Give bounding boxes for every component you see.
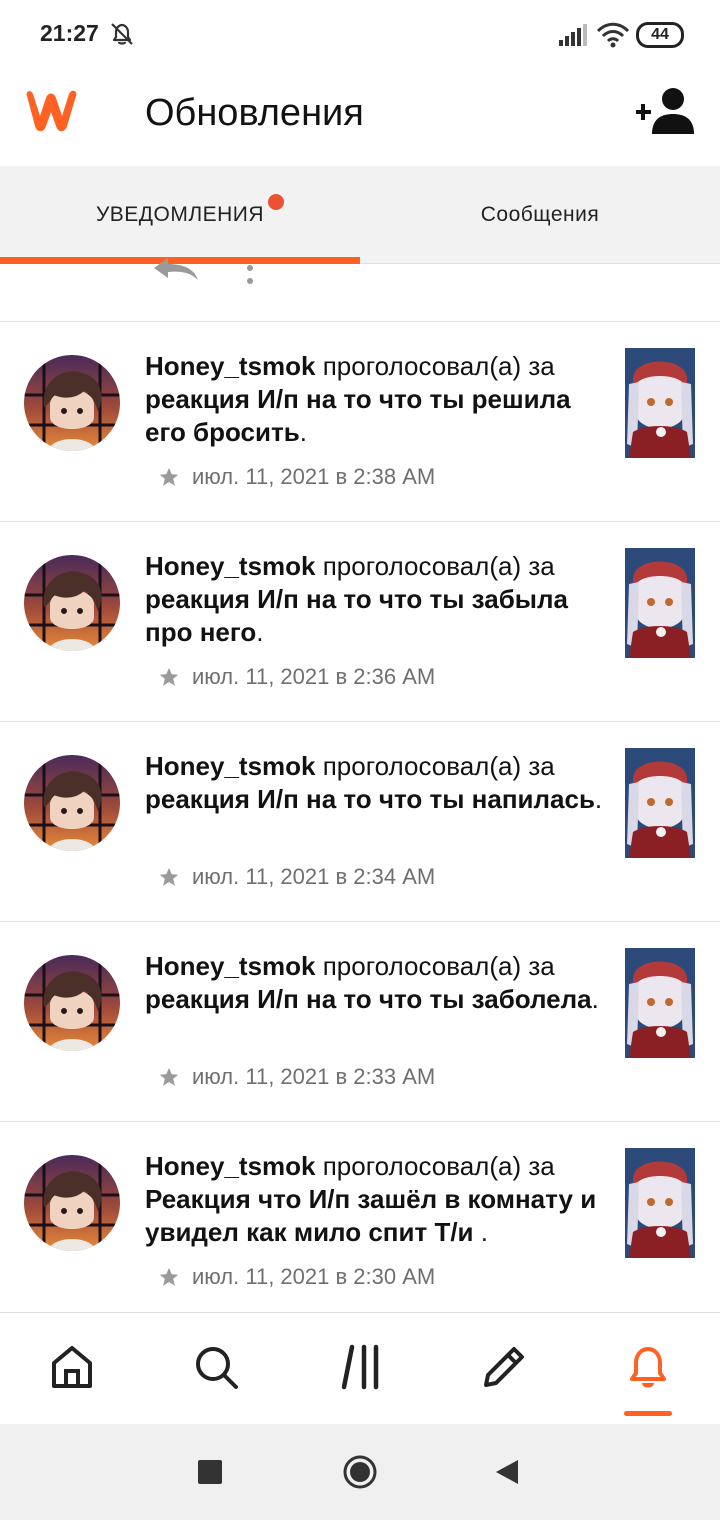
notification-item[interactable]: Honey_tsmok проголосовал(а) за реакция И… xyxy=(0,521,720,721)
username[interactable]: Honey_tsmok xyxy=(145,951,316,981)
star-icon xyxy=(159,1067,179,1086)
timestamp: июл. 11, 2021 в 2:33 AM xyxy=(192,1064,436,1089)
wifi-icon xyxy=(596,22,630,48)
search-icon[interactable] xyxy=(192,1343,240,1391)
action-text: проголосовал(а) за xyxy=(315,551,555,581)
story-title[interactable]: реакция И/п на то что ты решила его брос… xyxy=(145,384,571,447)
status-time: 21:27 xyxy=(40,20,99,46)
pencil-icon[interactable] xyxy=(480,1343,528,1391)
star-icon xyxy=(159,667,179,686)
home-icon[interactable] xyxy=(48,1343,96,1391)
tab-messages-label: Сообщения xyxy=(480,203,600,226)
action-text: проголосовал(а) за xyxy=(315,951,555,981)
username[interactable]: Honey_tsmok xyxy=(145,1151,316,1181)
tab-notifications-label: УВЕДОМЛЕНИЯ xyxy=(95,203,265,226)
status-bar: 21:27 44 xyxy=(0,0,720,68)
username[interactable]: Honey_tsmok xyxy=(145,751,316,781)
notification-meta: июл. 11, 2021 в 2:33 AM xyxy=(158,1062,435,1092)
story-cover[interactable] xyxy=(625,948,695,1058)
title-tail: . xyxy=(299,417,307,447)
notification-item[interactable]: Honey_tsmok проголосовал(а) за Реакция ч… xyxy=(0,1121,720,1321)
tab-bar: УВЕДОМЛЕНИЯ Сообщения xyxy=(0,166,720,264)
back-button[interactable] xyxy=(494,1458,520,1486)
unread-dot xyxy=(268,194,284,210)
avatar[interactable] xyxy=(24,355,120,451)
notification-text: Honey_tsmok проголосовал(а) за реакция И… xyxy=(145,750,605,816)
notification-meta: июл. 11, 2021 в 2:34 AM xyxy=(158,862,435,892)
title-tail: . xyxy=(591,984,599,1014)
tab-messages[interactable]: Сообщения xyxy=(360,166,720,264)
bell-icon[interactable] xyxy=(624,1343,672,1391)
tab-notifications[interactable]: УВЕДОМЛЕНИЯ xyxy=(0,166,360,264)
battery-icon: 44 xyxy=(636,22,684,48)
add-user-icon[interactable] xyxy=(636,86,698,136)
star-icon xyxy=(159,1267,179,1286)
action-text: проголосовал(а) за xyxy=(315,751,555,781)
title-tail: . xyxy=(480,1217,488,1247)
notification-text: Honey_tsmok проголосовал(а) за реакция И… xyxy=(145,350,605,449)
story-title[interactable]: реакция И/п на то что ты забыла про него xyxy=(145,584,568,647)
avatar[interactable] xyxy=(24,955,120,1051)
wattpad-logo[interactable] xyxy=(22,86,90,136)
notification-meta: июл. 11, 2021 в 2:30 AM xyxy=(158,1262,435,1292)
timestamp: июл. 11, 2021 в 2:38 AM xyxy=(192,464,436,489)
story-title[interactable]: Реакция что И/п зашёл в комнату и увидел… xyxy=(145,1184,596,1247)
bell-off-icon xyxy=(111,23,133,45)
avatar[interactable] xyxy=(24,755,120,851)
title-tail: . xyxy=(256,617,264,647)
username[interactable]: Honey_tsmok xyxy=(145,351,316,381)
signal-icon xyxy=(559,24,587,46)
bottom-nav xyxy=(0,1312,720,1424)
library-icon[interactable] xyxy=(336,1343,384,1391)
page-title: Обновления xyxy=(145,92,364,134)
story-cover[interactable] xyxy=(625,548,695,658)
more-options-icon[interactable] xyxy=(244,264,256,286)
story-cover[interactable] xyxy=(625,1148,695,1258)
avatar[interactable] xyxy=(24,555,120,651)
story-title[interactable]: реакция И/п на то что ты заболела xyxy=(145,984,592,1014)
action-text: проголосовал(а) за xyxy=(315,1151,555,1181)
story-title[interactable]: реакция И/п на то что ты напилась xyxy=(145,784,595,814)
notification-text: Honey_tsmok проголосовал(а) за Реакция ч… xyxy=(145,1150,605,1249)
action-text: проголосовал(а) за xyxy=(315,351,555,381)
timestamp: июл. 11, 2021 в 2:34 AM xyxy=(192,864,436,889)
notification-meta: июл. 11, 2021 в 2:36 AM xyxy=(158,662,435,692)
avatar[interactable] xyxy=(24,1155,120,1251)
timestamp: июл. 11, 2021 в 2:30 AM xyxy=(192,1264,436,1289)
recents-button[interactable] xyxy=(198,1460,222,1484)
notification-item[interactable]: Honey_tsmok проголосовал(а) за реакция И… xyxy=(0,321,720,521)
reply-icon[interactable] xyxy=(150,258,200,288)
app-header: Обновления xyxy=(0,68,720,166)
notification-item[interactable]: Honey_tsmok проголосовал(а) за реакция И… xyxy=(0,921,720,1121)
active-nav-indicator xyxy=(624,1411,672,1416)
system-nav-bar xyxy=(0,1424,720,1520)
home-button[interactable] xyxy=(342,1454,378,1490)
timestamp: июл. 11, 2021 в 2:36 AM xyxy=(192,664,436,689)
notification-meta: июл. 11, 2021 в 2:38 AM xyxy=(158,462,435,492)
notification-list: Honey_tsmok проголосовал(а) за реакция И… xyxy=(0,321,720,1321)
notification-text: Honey_tsmok проголосовал(а) за реакция И… xyxy=(145,550,605,649)
star-icon xyxy=(159,867,179,886)
star-icon xyxy=(159,467,179,486)
title-tail: . xyxy=(594,784,603,814)
notification-item[interactable]: Honey_tsmok проголосовал(а) за реакция И… xyxy=(0,721,720,921)
story-cover[interactable] xyxy=(625,748,695,858)
notification-text: Honey_tsmok проголосовал(а) за реакция И… xyxy=(145,950,605,1016)
story-cover[interactable] xyxy=(625,348,695,458)
username[interactable]: Honey_tsmok xyxy=(145,551,316,581)
